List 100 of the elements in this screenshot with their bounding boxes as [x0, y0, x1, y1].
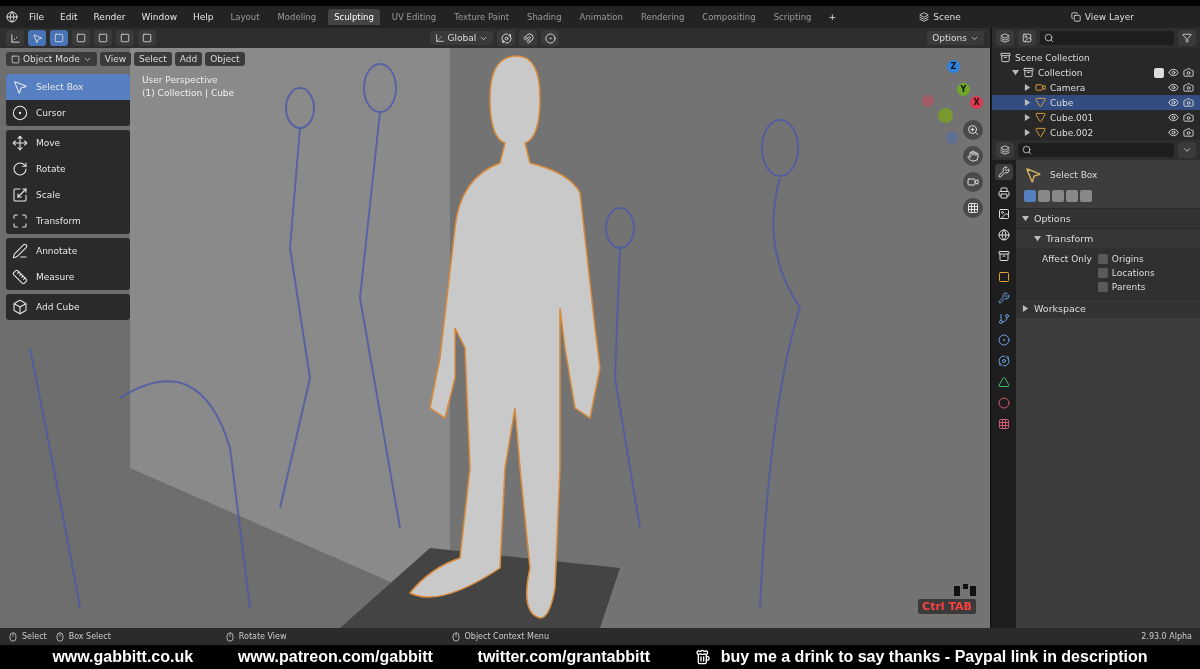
wrench-icon[interactable] [995, 290, 1013, 306]
tool-button[interactable]: Add Cube [6, 294, 130, 320]
checkbox[interactable] [1154, 67, 1164, 78]
transform-icon [12, 213, 28, 229]
workspace-tab[interactable]: Shading [521, 9, 568, 25]
mode-dropdown[interactable]: Object Mode [6, 52, 97, 66]
outliner-row[interactable]: Cube.002 [992, 125, 1200, 140]
panel-header[interactable]: Options [1016, 208, 1200, 228]
subpanel-header[interactable]: Transform [1016, 228, 1200, 248]
search-icon [1044, 33, 1054, 43]
triangle-icon[interactable] [995, 374, 1013, 390]
workspace-tab[interactable]: Sculpting [328, 9, 380, 25]
outliner-row[interactable]: Scene Collection [992, 50, 1200, 65]
collapsed-caret-icon[interactable] [1024, 84, 1031, 91]
camera-icon[interactable] [1183, 67, 1194, 78]
checkbox[interactable] [1097, 268, 1108, 278]
search-field[interactable] [1040, 31, 1174, 45]
eye-icon[interactable] [1168, 112, 1179, 123]
add-workspace-button[interactable]: + [823, 10, 841, 24]
tool-button[interactable]: Rotate [6, 156, 130, 182]
expanded-caret-icon[interactable] [1022, 215, 1029, 222]
selection-mode-icon[interactable] [50, 30, 68, 46]
expanded-caret-icon[interactable] [1012, 69, 1019, 76]
box-icon [1000, 52, 1011, 63]
camera-icon[interactable] [1183, 127, 1194, 138]
workspace-tab[interactable]: Compositing [696, 9, 762, 25]
camera-icon[interactable] [1183, 97, 1194, 108]
tool-button[interactable]: Measure [6, 264, 130, 290]
filter-icon[interactable] [1178, 30, 1196, 46]
workspace-tab[interactable]: UV Editing [385, 9, 443, 25]
options-dropdown[interactable]: Options [927, 31, 984, 45]
workspace-tab[interactable]: Texture Paint [448, 9, 516, 25]
viewport-menu[interactable]: View [99, 52, 132, 66]
archive-icon[interactable] [995, 248, 1013, 264]
checkbox-option[interactable]: Origins [1097, 254, 1155, 264]
orientation-dropdown[interactable]: Global [429, 31, 494, 45]
scale-icon [12, 187, 28, 203]
wrench-icon[interactable] [995, 164, 1013, 180]
workspace-tab[interactable]: Scripting [767, 9, 818, 25]
tool-button[interactable]: Cursor [6, 100, 130, 126]
menu-item[interactable]: File [24, 10, 50, 24]
selection-mode-icon[interactable] [94, 30, 112, 46]
layers-icon [919, 12, 930, 22]
eye-icon[interactable] [1168, 127, 1179, 138]
target-icon[interactable] [995, 332, 1013, 348]
selection-mode-icon[interactable] [138, 30, 156, 46]
pointer-icon[interactable] [28, 30, 46, 46]
collapsed-caret-icon[interactable] [1024, 114, 1031, 121]
axes-icon [434, 33, 445, 43]
camera-icon[interactable] [1183, 112, 1194, 123]
outliner-row[interactable]: Collection [992, 65, 1200, 80]
orbit-icon[interactable] [995, 353, 1013, 369]
shortcut-hint: Ctrl TAB [918, 599, 976, 614]
menu-item[interactable]: Window [136, 10, 183, 24]
tool-button[interactable]: Move [6, 130, 130, 156]
collapsed-caret-icon[interactable] [1024, 129, 1031, 136]
transform-pivot-icon[interactable] [6, 30, 24, 46]
cube-icon [12, 299, 28, 315]
eye-icon[interactable] [1168, 82, 1179, 93]
collapsed-caret-icon[interactable] [1024, 99, 1031, 106]
outliner-row[interactable]: Camera [992, 80, 1200, 95]
checkbox-option[interactable]: Parents [1097, 282, 1155, 292]
viewport-menu[interactable]: Select [134, 52, 172, 66]
checkbox[interactable] [1097, 282, 1108, 292]
camera-icon[interactable] [1183, 82, 1194, 93]
collapsed-caret-icon[interactable] [1022, 305, 1029, 312]
menu-item[interactable]: Help [188, 10, 219, 24]
mouse-icon [450, 631, 461, 642]
status-hint: Box Select [54, 631, 111, 642]
menu-item[interactable]: Render [88, 10, 131, 24]
outliner-row[interactable]: Cube [992, 95, 1200, 110]
workspace-tab[interactable]: Layout [224, 9, 266, 25]
menu-item[interactable]: Edit [55, 10, 83, 24]
tool-button[interactable]: Annotate [6, 238, 130, 264]
viewport-menu[interactable]: Add [174, 52, 203, 66]
workspace-tab[interactable]: Modeling [271, 9, 323, 25]
panel-header[interactable]: Workspace [1016, 298, 1200, 318]
viewport-menu[interactable]: Object [205, 52, 245, 66]
magnet-icon[interactable] [519, 30, 538, 46]
selection-mode-icon[interactable] [116, 30, 134, 46]
display-icon[interactable] [1018, 30, 1036, 46]
selection-mode-icon[interactable] [72, 30, 90, 46]
eye-icon[interactable] [1168, 97, 1179, 108]
copy-icon [1070, 12, 1081, 22]
workspace-tab[interactable]: Rendering [634, 9, 691, 25]
app-logo-icon[interactable] [6, 11, 18, 23]
outliner-row[interactable]: Cube.001 [992, 110, 1200, 125]
tool-button[interactable]: Scale [6, 182, 130, 208]
eye-icon[interactable] [1168, 67, 1179, 78]
expanded-caret-icon[interactable] [1034, 235, 1041, 242]
tool-button[interactable]: Transform [6, 208, 130, 234]
printer-icon[interactable] [995, 185, 1013, 201]
workspace-tab[interactable]: Animation [573, 9, 629, 25]
triangle-icon [1035, 112, 1046, 123]
mouse-icon [54, 631, 65, 642]
checkbox-option[interactable]: Locations [1097, 268, 1155, 278]
sphere-icon[interactable] [995, 395, 1013, 411]
globe-icon[interactable] [995, 227, 1013, 243]
checkbox[interactable] [1097, 254, 1108, 264]
search-field[interactable] [1018, 143, 1174, 157]
